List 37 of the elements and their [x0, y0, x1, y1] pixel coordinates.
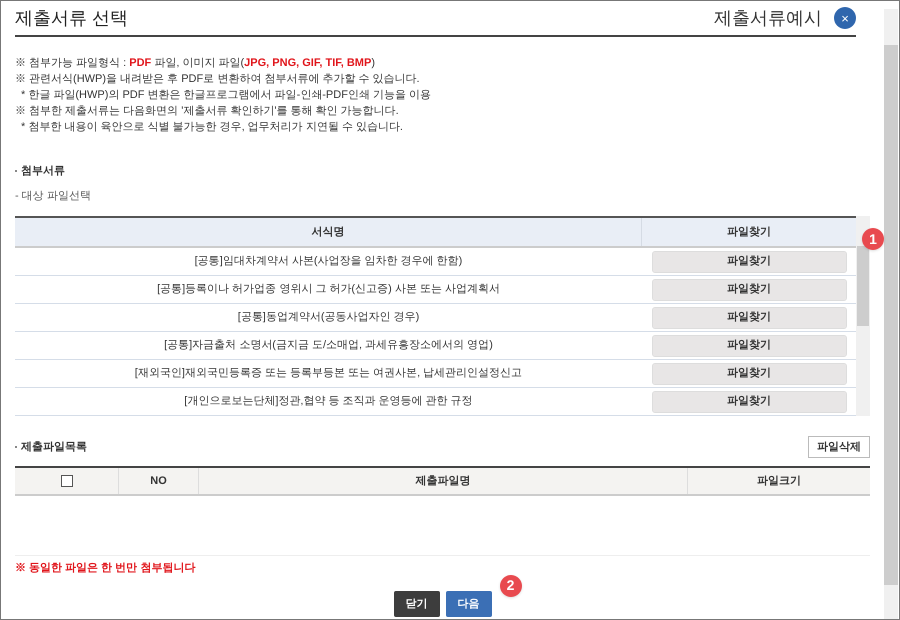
find-file-button[interactable]: 파일찾기	[652, 362, 846, 384]
column-header: 서식명	[15, 218, 642, 246]
next-button[interactable]: 다음	[446, 590, 492, 617]
find-file-button[interactable]: 파일찾기	[652, 390, 846, 412]
section-title: 첨부서류	[21, 164, 65, 179]
column-header: 파일크기	[756, 474, 802, 489]
find-file-button[interactable]: 파일찾기	[652, 334, 846, 356]
find-file-button[interactable]: 파일찾기	[652, 306, 846, 328]
callout-marker: 1	[862, 228, 884, 250]
example-link[interactable]: 제출서류예시	[714, 4, 822, 32]
notice-text: ※ 관련서식(HWP)을 내려받은 후 PDF로 변환하여 첨부서류에 추가할 수 있습니다.	[15, 72, 421, 87]
column-header: 파일찾기	[726, 224, 772, 240]
form-name-cell-text: [개인으로보는단체]정관,협약 등 조직과 운영등에 관한 규정	[183, 394, 474, 410]
column-header: 제출파일명	[199, 468, 688, 494]
close-dialog-button[interactable]: 닫기	[394, 590, 440, 617]
form-name-cell-text: [공통]동업계약서(공동사업자인 경우)	[236, 310, 420, 326]
warning-text: ※ 동일한 파일은 한 번만 첨부됩니다	[15, 561, 196, 576]
form-name-cell-text: [공통]임대차계약서 사본(사업장을 임차한 경우에 한함)	[194, 254, 464, 270]
table-scrollbar[interactable]	[856, 216, 870, 416]
delete-file-button[interactable]: 파일삭제	[808, 436, 870, 458]
section-subtitle: - 대상 파일선택	[15, 188, 92, 204]
find-file-button[interactable]: 파일찾기	[652, 250, 846, 272]
page-scrollbar[interactable]	[884, 9, 898, 619]
column-header: NO	[119, 468, 199, 494]
notice-text: ※ 첨부가능 파일형식 : PDF 파일, 이미지 파일(JPG, PNG, GIF, TIF, BMP)	[15, 56, 376, 71]
notice-text: ※ 첨부한 제출서류는 다음화면의 '제출서류 확인하기'를 통해 확인 가능합니다.	[15, 104, 400, 119]
form-name-cell-text: [공통]자금출처 소명서(금지금 도/소매업, 과세유흥장소에서의 영업)	[163, 338, 494, 354]
close-button[interactable]: ×	[834, 7, 856, 29]
select-all-checkbox[interactable]	[60, 475, 72, 487]
dialog-title: 제출서류 선택	[15, 6, 128, 30]
callout-marker: 2	[500, 574, 522, 596]
form-name-cell-text: [공통]등록이나 허가업종 영위시 그 허가(신고증) 사본 또는 사업계획서	[156, 282, 501, 298]
notice-text: * 한글 파일(HWP)의 PDF 변환은 한글프로그램에서 파일-인쇄-PDF인쇄 기능을 이용	[20, 88, 432, 103]
form-name-cell-text: [재외국인]재외국민등록증 또는 등록부등본 또는 여권사본, 납세관리인설정신고	[134, 366, 524, 382]
notice-text: * 첨부한 내용이 육안으로 식별 불가능한 경우, 업무처리가 지연될 수 있습니다.	[20, 120, 404, 135]
find-file-button[interactable]: 파일찾기	[652, 278, 846, 300]
section-title: 제출파일목록	[21, 440, 87, 455]
